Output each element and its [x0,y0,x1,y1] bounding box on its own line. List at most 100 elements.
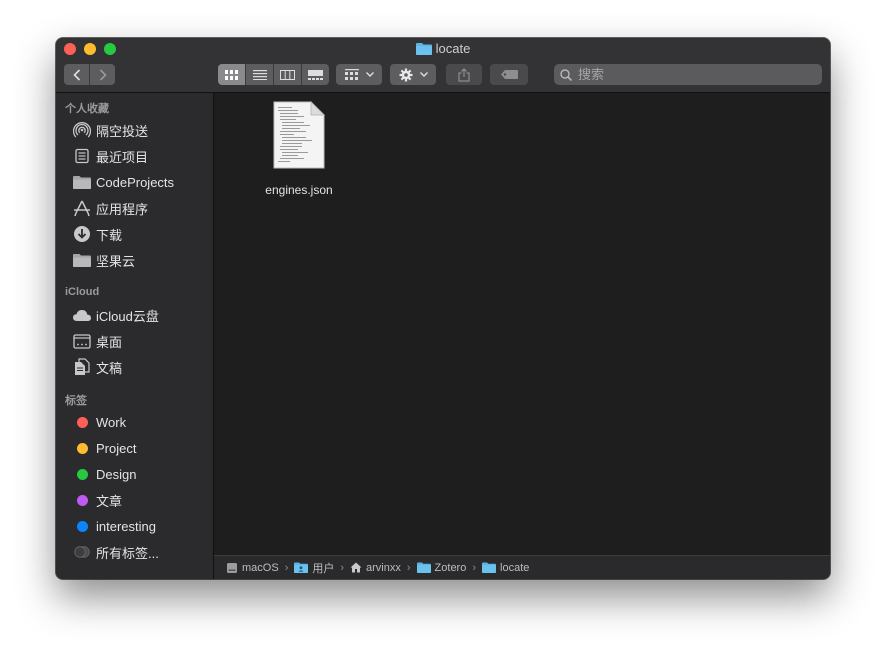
downloads-icon [72,225,92,243]
tag-color-dot [76,442,88,454]
sidebar-item-desktop[interactable]: 桌面 [72,330,212,352]
sidebar-item-tag-work[interactable]: Work [72,411,212,433]
folder-icon [415,42,432,59]
sidebar-item-documents[interactable]: 文稿 [72,356,212,378]
sidebar-item-tag-article[interactable]: 文章 [72,489,212,511]
recents-icon [72,147,92,165]
tag-color-dot [76,416,88,428]
gallery-view-button[interactable] [302,64,329,85]
sidebar-item-label: 所有标签... [96,545,159,561]
sidebar-item-tag-design[interactable]: Design [72,463,212,485]
search-icon [560,68,572,81]
share-icon [458,67,470,82]
forward-button[interactable] [90,64,115,85]
path-separator: › [340,561,345,574]
sidebar-item-icloud-drive[interactable]: iCloud云盘 [72,304,212,326]
chevron-down-icon [419,72,428,77]
sidebar-item-downloads[interactable]: 下载 [72,223,212,245]
path-crumb-zotero[interactable]: Zotero [416,562,466,574]
sidebar-item-label: Work [96,414,127,430]
search-input[interactable] [578,67,808,82]
path-crumb-label: arvinxx [366,561,401,574]
sidebar-item-label: 桌面 [96,334,123,350]
cloud-icon [72,306,92,324]
group-by-button[interactable] [336,64,382,85]
sidebar-item-label: 隔空投送 [96,123,149,139]
action-menu-button[interactable] [390,64,436,85]
sidebar-item-recents[interactable]: 最近项目 [72,145,212,167]
sidebar-item-label: Design [96,466,137,482]
all-tags-icon [72,543,92,561]
desktop-icon [72,332,92,350]
file-item[interactable]: engines.json [254,100,344,201]
sidebar-item-label: interesting [96,518,156,534]
sidebar-item-label: 文章 [96,493,123,509]
column-view-button[interactable] [274,64,302,85]
sidebar-item-label: 坚果云 [96,253,136,269]
sidebar-item-codeprojects[interactable]: CodeProjects [72,171,212,193]
titlebar: locate [56,38,830,93]
list-view-button[interactable] [246,64,274,85]
window-title: locate [56,41,830,59]
path-crumb-label: locate [500,561,530,574]
path-crumb-macos[interactable]: macOS [226,562,279,574]
folder-icon [72,251,92,269]
tag-color-dot [76,494,88,506]
users-folder-icon [294,562,309,573]
navigation-buttons [64,64,115,85]
sidebar-item-applications[interactable]: 应用程序 [72,197,212,219]
window-title-text: locate [435,41,471,56]
path-crumb-home[interactable]: arvinxx [350,562,401,574]
sidebar-item-label: Project [96,440,137,456]
chevron-right-icon [99,68,107,81]
columns-icon [280,69,295,80]
section-title-tags: 标签 [65,395,87,407]
file-name: engines.json [265,183,333,197]
path-crumb-label: macOS [242,561,279,574]
sidebar: 个人收藏 隔空投送 最近项目 CodeProjects 应用程序 下载 坚果云 … [56,93,214,579]
search-field[interactable] [554,64,822,85]
gear-icon [399,68,412,81]
path-separator: › [472,561,477,574]
path-separator: › [284,561,289,574]
applications-icon [72,199,92,217]
tag-color-dot [76,520,88,532]
gallery-icon [308,69,323,80]
sidebar-item-all-tags[interactable]: 所有标签... [72,541,212,563]
path-bar: macOS › 用户 › arvinxx › Zotero › locate [214,555,830,579]
path-crumb-users[interactable]: 用户 [294,560,334,576]
path-crumb-locate[interactable]: locate [482,562,529,574]
sidebar-item-label: iCloud云盘 [96,308,159,324]
view-mode-control [218,64,329,85]
share-button[interactable] [446,64,482,85]
chevron-left-icon [72,68,80,81]
edit-tags-button[interactable] [490,64,528,85]
path-crumb-label: 用户 [312,562,335,575]
sidebar-item-label: CodeProjects [96,174,175,190]
icon-view-button[interactable] [218,64,246,85]
tag-dot-icon [72,439,92,457]
grid-icon [225,69,238,80]
json-document-icon [273,100,326,174]
tag-dot-icon [72,517,92,535]
tag-dot-icon [72,465,92,483]
sidebar-item-label: 应用程序 [96,201,149,217]
section-title-favorites: 个人收藏 [65,103,109,115]
documents-icon [72,358,92,376]
file-browser-content: engines.json [214,93,830,555]
chevron-down-icon [365,72,374,77]
folder-icon [416,562,431,573]
sidebar-item-label: 下载 [96,227,123,243]
sidebar-item-airdrop[interactable]: 隔空投送 [72,119,212,141]
folder-icon [72,173,92,191]
disk-icon [226,562,238,574]
sidebar-item-tag-interesting[interactable]: interesting [72,515,212,537]
sidebar-item-jianguoyun[interactable]: 坚果云 [72,249,212,271]
sidebar-item-label: 文稿 [96,360,123,376]
tag-dot-icon [72,491,92,509]
back-button[interactable] [64,64,90,85]
tag-dot-icon [72,413,92,431]
sidebar-item-tag-project[interactable]: Project [72,437,212,459]
finder-window: locate 搜索 个人收藏 隔空投送 最近项目 CodeProjects 应用… [56,38,830,579]
folder-icon [482,562,497,573]
